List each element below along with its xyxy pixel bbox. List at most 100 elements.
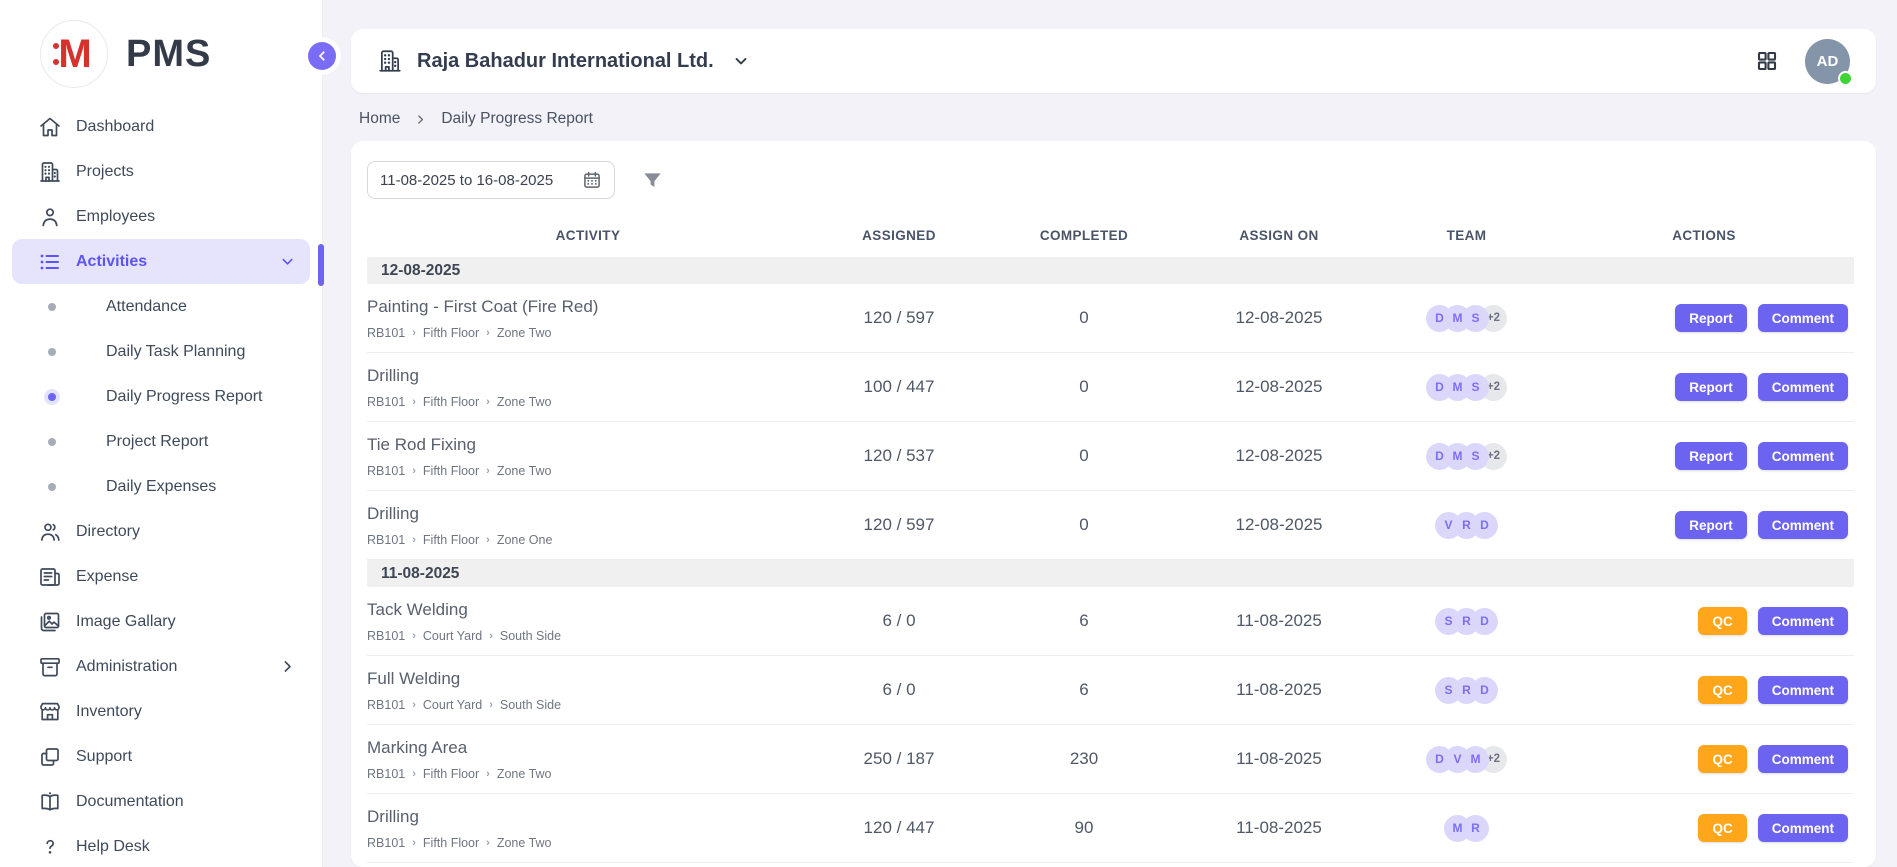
calendar-icon[interactable] <box>582 170 602 190</box>
report-button[interactable]: Report <box>1675 442 1747 470</box>
assigned-value: 100 / 447 <box>809 377 989 397</box>
sidebar-item-projects[interactable]: Projects <box>12 149 310 194</box>
sidebar-item-expense[interactable]: Expense <box>12 554 310 599</box>
activity-name: Painting - First Coat (Fire Red) <box>367 297 799 317</box>
book-icon <box>38 790 62 814</box>
sidebar-subitem-daily-task-planning[interactable]: Daily Task Planning <box>12 329 310 374</box>
sidebar-subitem-label: Attendance <box>106 298 187 316</box>
location-part: Fifth Floor <box>423 836 479 850</box>
activity-location: RB101›Court Yard›South Side <box>367 698 799 712</box>
comment-button[interactable]: Comment <box>1758 814 1848 842</box>
sidebar-item-dashboard[interactable]: Dashboard <box>12 104 310 149</box>
assigned-value: 120 / 597 <box>809 308 989 328</box>
company-selector[interactable]: Raja Bahadur International Ltd. <box>377 48 750 74</box>
sidebar-item-help-desk[interactable]: Help Desk <box>12 824 310 867</box>
comment-button[interactable]: Comment <box>1758 373 1848 401</box>
comment-button[interactable]: Comment <box>1758 442 1848 470</box>
team-avatars: DMS+2 <box>1379 305 1554 332</box>
bullet-dot-icon <box>48 483 56 491</box>
sidebar-item-inventory[interactable]: Inventory <box>12 689 310 734</box>
activity-cell: DrillingRB101›Fifth Floor›Zone Two <box>367 807 809 850</box>
qc-button[interactable]: QC <box>1698 676 1746 704</box>
report-button[interactable]: Report <box>1675 304 1747 332</box>
content-card: ACTIVITYASSIGNEDCOMPLETEDASSIGN ONTEAMAC… <box>351 141 1876 867</box>
completed-value: 0 <box>989 308 1179 328</box>
building-icon <box>377 48 403 74</box>
table-row: DrillingRB101›Fifth Floor›Zone Two120 / … <box>367 794 1854 863</box>
qc-button[interactable]: QC <box>1698 607 1746 635</box>
sidebar-item-label: Directory <box>76 523 140 541</box>
sidebar-item-label: Activities <box>76 253 147 271</box>
online-status-dot <box>1838 71 1853 86</box>
chevron-down-icon <box>279 253 296 270</box>
location-part: Zone Two <box>497 836 552 850</box>
chevron-right-icon: › <box>412 396 416 408</box>
sidebar-item-directory[interactable]: Directory <box>12 509 310 554</box>
sidebar-item-employees[interactable]: Employees <box>12 194 310 239</box>
location-part: Zone Two <box>497 326 552 340</box>
team-avatars: MR <box>1379 815 1554 842</box>
column-header-completed: COMPLETED <box>989 228 1179 243</box>
user-avatar[interactable]: AD <box>1805 39 1850 84</box>
apps-grid-icon[interactable] <box>1755 49 1779 73</box>
sidebar-subitem-daily-progress-report[interactable]: Daily Progress Report <box>12 374 310 419</box>
chevron-right-icon: › <box>486 837 490 849</box>
chevron-right-icon: › <box>412 534 416 546</box>
sidebar-subitem-label: Project Report <box>106 433 208 451</box>
sidebar-item-activities[interactable]: Activities <box>12 239 310 284</box>
completed-value: 0 <box>989 515 1179 535</box>
building-icon <box>38 160 62 184</box>
sidebar-subitem-attendance[interactable]: Attendance <box>12 284 310 329</box>
assigned-value: 250 / 187 <box>809 749 989 769</box>
completed-value: 0 <box>989 446 1179 466</box>
assigned-value: 6 / 0 <box>809 611 989 631</box>
qc-button[interactable]: QC <box>1698 745 1746 773</box>
activity-cell: Full WeldingRB101›Court Yard›South Side <box>367 669 809 712</box>
comment-button[interactable]: Comment <box>1758 511 1848 539</box>
store-icon <box>38 700 62 724</box>
sidebar-item-label: Image Gallary <box>76 613 176 631</box>
comment-button[interactable]: Comment <box>1758 607 1848 635</box>
assign-on-date: 12-08-2025 <box>1179 446 1379 466</box>
image-icon <box>38 610 62 634</box>
sidebar-item-label: Documentation <box>76 793 184 811</box>
table-row: Full WeldingRB101›Court Yard›South Side6… <box>367 656 1854 725</box>
sidebar-item-documentation[interactable]: Documentation <box>12 779 310 824</box>
sidebar-subitem-daily-expenses[interactable]: Daily Expenses <box>12 464 310 509</box>
date-range-picker[interactable] <box>367 161 615 199</box>
chevron-right-icon: › <box>412 837 416 849</box>
chevron-right-icon: › <box>486 534 490 546</box>
table-body: 12-08-2025 Painting - First Coat (Fire Re… <box>367 257 1854 863</box>
top-bar: Raja Bahadur International Ltd. AD <box>351 29 1876 93</box>
assign-on-date: 11-08-2025 <box>1179 749 1379 769</box>
comment-button[interactable]: Comment <box>1758 676 1848 704</box>
filter-icon[interactable] <box>641 169 664 192</box>
sidebar-collapse-button[interactable] <box>308 42 336 70</box>
comment-button[interactable]: Comment <box>1758 304 1848 332</box>
table-header: ACTIVITYASSIGNEDCOMPLETEDASSIGN ONTEAMAC… <box>367 213 1854 257</box>
sidebar-item-administration[interactable]: Administration <box>12 644 310 689</box>
location-part: RB101 <box>367 395 405 409</box>
comment-button[interactable]: Comment <box>1758 745 1848 773</box>
assign-on-date: 12-08-2025 <box>1179 515 1379 535</box>
group-date-label: 12-08-2025 <box>381 262 460 280</box>
breadcrumb-home[interactable]: Home <box>359 110 400 128</box>
report-button[interactable]: Report <box>1675 511 1747 539</box>
people-icon <box>38 520 62 544</box>
qc-button[interactable]: QC <box>1698 814 1746 842</box>
bullet-dot-icon <box>48 438 56 446</box>
sidebar-item-image-gallary[interactable]: Image Gallary <box>12 599 310 644</box>
sidebar-subitem-label: Daily Progress Report <box>106 388 263 406</box>
report-button[interactable]: Report <box>1675 373 1747 401</box>
chevron-right-icon: › <box>412 465 416 477</box>
group-date-label: 11-08-2025 <box>381 565 459 583</box>
sidebar-item-support[interactable]: Support <box>12 734 310 779</box>
assign-on-date: 11-08-2025 <box>1179 611 1379 631</box>
table-row: DrillingRB101›Fifth Floor›Zone One120 / … <box>367 491 1854 560</box>
date-group-header: 12-08-2025 <box>367 257 1854 284</box>
date-range-input[interactable] <box>380 172 572 189</box>
column-header-assign-on: ASSIGN ON <box>1179 228 1379 243</box>
sidebar-subitem-project-report[interactable]: Project Report <box>12 419 310 464</box>
location-part: RB101 <box>367 767 405 781</box>
location-part: Zone One <box>497 533 553 547</box>
